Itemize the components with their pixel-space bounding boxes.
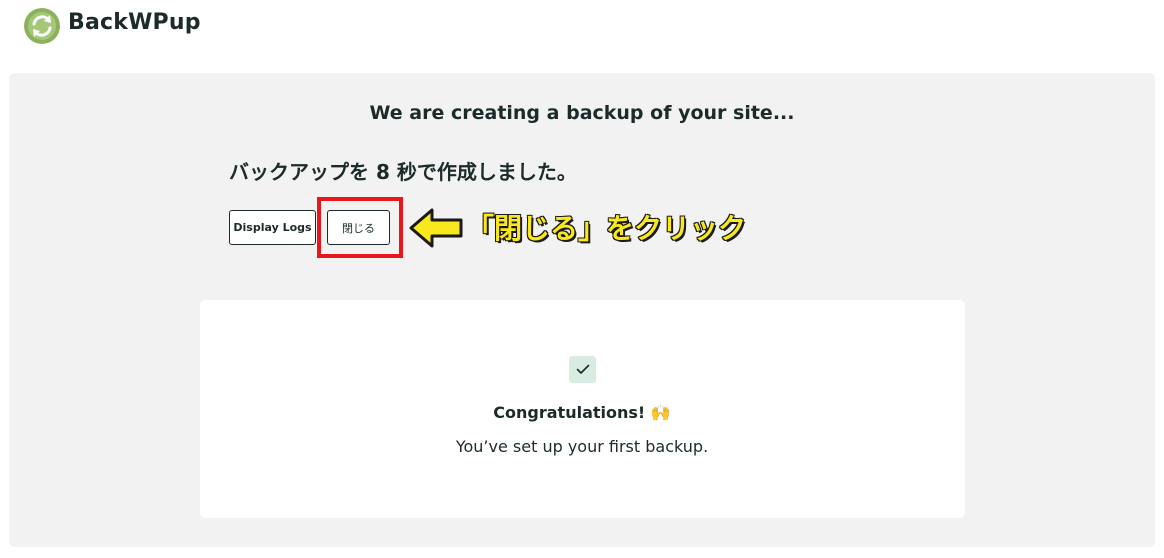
check-icon — [569, 356, 596, 383]
congrats-subtitle: You’ve set up your first backup. — [455, 437, 709, 456]
backup-title: We are creating a backup of your site... — [369, 102, 795, 124]
display-logs-button[interactable]: Display Logs — [229, 210, 316, 245]
annotation-text: 「閉じる」をクリック — [465, 211, 747, 246]
app-logo-text: BackWPup — [68, 10, 201, 35]
annotation-arrow-icon — [409, 208, 463, 248]
backwpup-logo-icon — [24, 8, 60, 44]
backup-status-text: バックアップを 8 秒で作成しました。 — [229, 160, 577, 184]
app-header: BackWPup — [0, 0, 1164, 60]
annotation-highlight-box — [317, 197, 403, 258]
congrats-title: Congratulations! 🙌 — [493, 403, 671, 422]
